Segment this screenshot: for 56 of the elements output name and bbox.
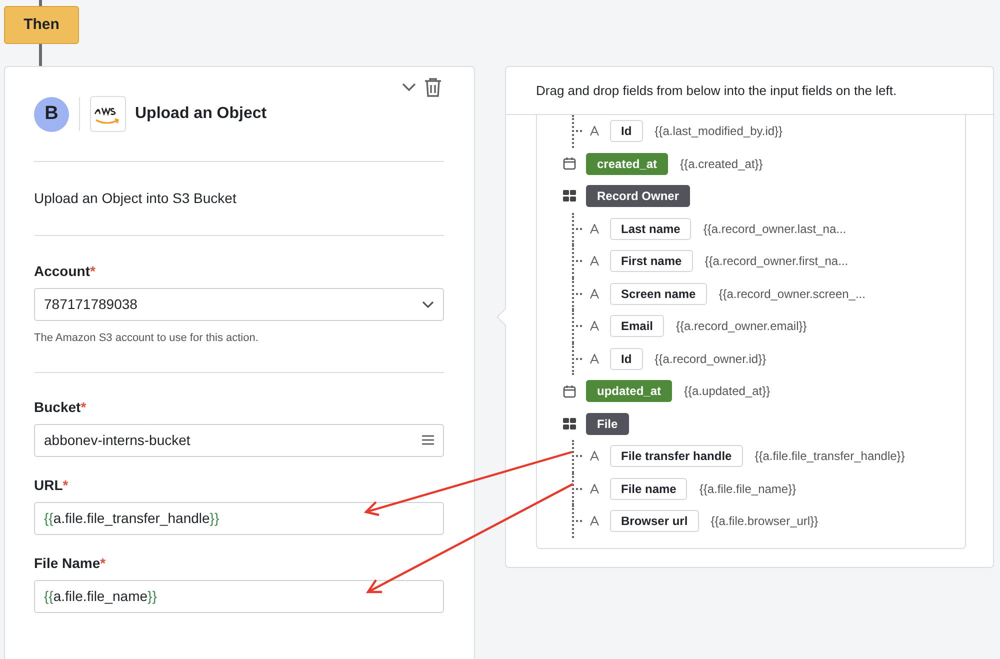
grid-icon bbox=[563, 418, 576, 430]
account-select[interactable]: 787171789038 bbox=[34, 288, 444, 321]
action-description: Upload an Object into S3 Bucket bbox=[34, 189, 236, 208]
field-path: {{a.record_owner.first_na... bbox=[704, 253, 848, 270]
field-chip[interactable]: Email bbox=[610, 315, 664, 338]
field-chip[interactable]: File name bbox=[610, 478, 688, 500]
trash-icon[interactable] bbox=[424, 77, 442, 97]
field-chip[interactable]: First name bbox=[610, 250, 693, 272]
avatar: B bbox=[34, 96, 69, 132]
step-badge: Then bbox=[4, 6, 79, 44]
bucket-field[interactable]: abbonev-interns-bucket bbox=[34, 424, 444, 456]
field-path: {{a.created_at}} bbox=[680, 156, 763, 173]
field-label: File Name* bbox=[34, 554, 107, 572]
field-chip[interactable]: updated_at bbox=[586, 380, 672, 402]
text-type-icon bbox=[590, 516, 599, 526]
panel-instruction: Drag and drop fields from below into the input fields on the left. bbox=[536, 82, 897, 100]
field-chip[interactable]: Browser url bbox=[610, 510, 699, 532]
field-path: {{a.record_owner.last_na... bbox=[703, 220, 846, 238]
text-type-icon bbox=[590, 256, 599, 266]
field-chip[interactable]: created_at bbox=[586, 152, 668, 175]
chevron-down-icon bbox=[422, 300, 434, 308]
field-label: URL* bbox=[34, 476, 70, 494]
field-chip[interactable]: File bbox=[586, 412, 629, 435]
field-path: {{a.record_owner.id}} bbox=[654, 350, 766, 368]
calendar-icon bbox=[563, 157, 576, 170]
field-path: {{a.record_owner.screen_... bbox=[718, 286, 866, 303]
field-path: {{a.last_modified_by.id}} bbox=[654, 123, 783, 140]
text-type-icon bbox=[590, 484, 599, 494]
field-path: {{a.record_owner.email}} bbox=[676, 318, 807, 336]
menu-icon bbox=[422, 435, 434, 445]
aws-logo-icon bbox=[90, 96, 126, 132]
field-chip[interactable]: Last name bbox=[610, 218, 692, 240]
chevron-down-icon[interactable] bbox=[402, 82, 416, 92]
field-chip[interactable]: Screen name bbox=[610, 282, 707, 305]
field-path: {{a.file.browser_url}} bbox=[710, 513, 818, 530]
input-field[interactable]: {{a.file.file_transfer_handle}} bbox=[34, 502, 444, 534]
field-label: Account* bbox=[34, 262, 96, 281]
grid-icon bbox=[563, 190, 576, 202]
field-chip[interactable]: Record Owner bbox=[586, 185, 690, 208]
field-path: {{a.file.file_transfer_handle}} bbox=[754, 448, 905, 466]
calendar-icon bbox=[563, 384, 576, 398]
text-type-icon bbox=[590, 288, 599, 299]
text-type-icon bbox=[590, 451, 599, 462]
field-path: {{a.updated_at}} bbox=[684, 383, 770, 400]
input-field[interactable]: {{a.file.file_name}} bbox=[34, 580, 444, 612]
field-chip[interactable]: File transfer handle bbox=[610, 445, 743, 468]
field-chip[interactable]: Id bbox=[610, 348, 643, 370]
text-type-icon bbox=[590, 126, 599, 136]
text-type-icon bbox=[590, 321, 599, 332]
action-title: Upload an Object bbox=[135, 104, 267, 124]
text-type-icon bbox=[590, 354, 599, 364]
field-chip[interactable]: Id bbox=[610, 120, 643, 142]
text-type-icon bbox=[590, 224, 599, 234]
help-text: The Amazon S3 account to use for this action. bbox=[34, 331, 260, 346]
field-path: {{a.file.file_name}} bbox=[699, 480, 796, 498]
field-label: Bucket* bbox=[34, 398, 88, 416]
